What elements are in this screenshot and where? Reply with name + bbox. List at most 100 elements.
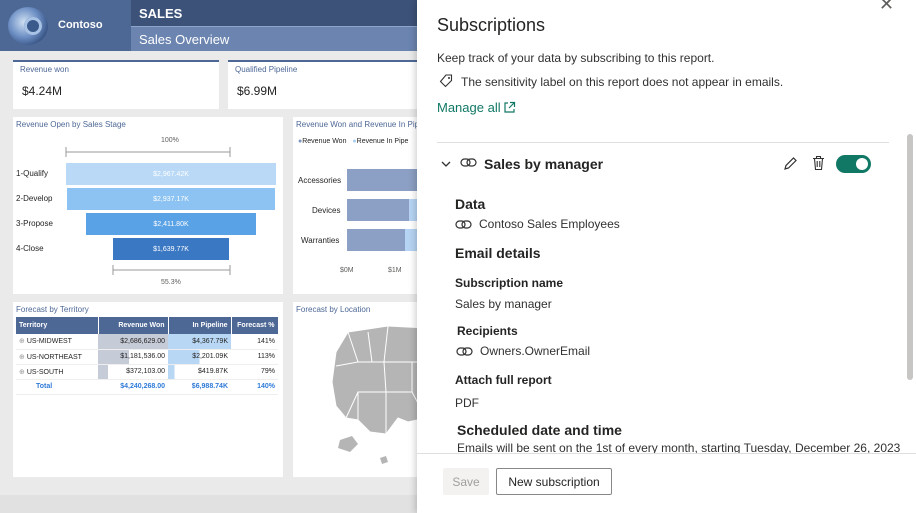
forecast-cell: 113% xyxy=(231,349,278,365)
funnel-stage-label: 1-Qualify xyxy=(16,169,49,178)
subscription-name-label: Subscription name xyxy=(455,276,564,290)
territory-table-visual[interactable]: Forecast by Territory Territory Revenue … xyxy=(13,302,283,477)
column-header[interactable]: Forecast % xyxy=(231,317,279,334)
pane-title: Subscriptions xyxy=(437,15,546,35)
kpi-revenue-won[interactable]: Revenue won $4.24M xyxy=(13,60,219,109)
map-visual[interactable]: Forecast by Location xyxy=(293,302,417,477)
subscription-name[interactable]: Sales by manager xyxy=(484,156,603,172)
kpi-label: Qualified Pipeline xyxy=(235,65,298,74)
pane-footer: Save New subscription xyxy=(417,453,916,513)
attach-report-label: Attach full report xyxy=(455,373,552,387)
funnel-bar: $2,937.17K xyxy=(67,188,275,210)
link-icon xyxy=(456,347,473,356)
link-icon xyxy=(460,158,477,167)
close-icon[interactable]: ✕ xyxy=(879,0,894,15)
pipeline-cell: $6,988.74K xyxy=(168,379,231,395)
column-header[interactable]: Territory xyxy=(16,317,99,334)
save-button[interactable]: Save xyxy=(443,468,489,495)
bar-chart-visual[interactable]: Revenue Won and Revenue In Pipeline by C… xyxy=(293,117,417,294)
funnel-visual[interactable]: Revenue Open by Sales Stage 100% 1-Quali… xyxy=(13,117,283,294)
subscription-toggle[interactable] xyxy=(836,155,871,173)
territory-cell: Total xyxy=(16,379,98,395)
table-row[interactable]: ⊕ US-NORTHEAST $1,181,536.00 $2,201.09K … xyxy=(16,349,278,365)
logo-text: Contoso xyxy=(58,19,103,31)
category-label: Warranties xyxy=(301,236,340,245)
bar xyxy=(347,169,417,191)
territory-table: Territory Revenue Won In Pipeline Foreca… xyxy=(16,317,279,395)
new-subscription-button[interactable]: New subscription xyxy=(496,468,612,495)
bar-legend: ●Revenue Won ●Revenue In Pipe xyxy=(298,138,409,145)
column-header[interactable]: Revenue Won xyxy=(98,317,169,334)
attach-report-value: PDF xyxy=(455,396,479,410)
pane-description: Keep track of your data by subscribing t… xyxy=(437,51,715,65)
revenue-cell: $4,240,268.00 xyxy=(98,379,168,395)
kpi-value: $4.24M xyxy=(22,84,63,98)
edit-icon[interactable] xyxy=(783,156,798,171)
tag-icon xyxy=(439,74,453,88)
table-header-row: Territory Revenue Won In Pipeline Foreca… xyxy=(16,317,279,334)
revenue-cell: $2,686,629.00 xyxy=(98,334,168,350)
sensitivity-note: The sensitivity label on this report doe… xyxy=(461,75,784,89)
revenue-cell: $1,181,536.00 xyxy=(98,349,168,365)
funnel-stage[interactable]: 3-Propose $2,411.80K xyxy=(13,213,283,235)
bar xyxy=(347,199,409,221)
funnel-bottom-pct: 55.3% xyxy=(161,279,181,286)
funnel-stage[interactable]: 1-Qualify $2,967.42K xyxy=(13,163,283,185)
pipeline-cell: $2,201.09K xyxy=(168,349,231,365)
expand-icon[interactable]: ⊕ xyxy=(19,338,25,345)
legend-item: Revenue In Pipe xyxy=(356,138,409,145)
chevron-down-icon[interactable] xyxy=(440,158,452,170)
tick-label: $0M xyxy=(340,267,354,274)
page-tabs-strip xyxy=(0,495,417,513)
delete-icon[interactable] xyxy=(811,155,826,171)
expand-icon[interactable]: ⊕ xyxy=(19,354,25,361)
expand-icon[interactable]: ⊕ xyxy=(19,369,25,376)
email-details-heading: Email details xyxy=(455,245,541,261)
divider xyxy=(437,142,889,143)
kpi-qualified-pipeline[interactable]: Qualified Pipeline $6.99M xyxy=(228,60,417,109)
schedule-heading: Scheduled date and time xyxy=(457,422,622,438)
category-label: Devices xyxy=(312,206,341,215)
table-title: Forecast by Territory xyxy=(16,305,89,314)
funnel-stage[interactable]: 4-Close $1,639.77K xyxy=(13,238,283,260)
funnel-bar: $1,639.77K xyxy=(113,238,229,260)
tick-label: $1M xyxy=(388,267,402,274)
manage-all-link[interactable]: Manage all xyxy=(437,100,501,115)
forecast-cell: 140% xyxy=(231,379,278,395)
forecast-cell: 141% xyxy=(231,334,278,350)
funnel-top-bracket xyxy=(65,147,231,157)
funnel-stage-label: 3-Propose xyxy=(16,219,53,228)
bar xyxy=(405,229,417,251)
link-icon xyxy=(455,220,472,229)
kpi-label: Revenue won xyxy=(20,65,69,74)
funnel-title: Revenue Open by Sales Stage xyxy=(16,120,126,129)
contoso-logo-icon xyxy=(8,7,48,45)
territory-cell: US-MIDWEST xyxy=(26,338,72,346)
recipients-value: Owners.OwnerEmail xyxy=(480,344,591,358)
territory-cell: US-SOUTH xyxy=(26,368,64,376)
logo: Contoso xyxy=(0,0,131,51)
pipeline-cell: $4,367.79K xyxy=(168,334,231,350)
bar xyxy=(347,229,405,251)
data-heading: Data xyxy=(455,196,486,212)
funnel-stage[interactable]: 2-Develop $2,937.17K xyxy=(13,188,283,210)
funnel-top-pct: 100% xyxy=(161,137,179,144)
column-header[interactable]: In Pipeline xyxy=(168,317,232,334)
territory-cell: US-NORTHEAST xyxy=(26,353,82,361)
kpi-value: $6.99M xyxy=(237,84,278,98)
funnel-bar: $2,411.80K xyxy=(86,213,256,235)
legend-item: Revenue Won xyxy=(302,138,347,145)
bar-chart-title: Revenue Won and Revenue In Pipeline by C… xyxy=(296,120,417,129)
data-source: Contoso Sales Employees xyxy=(479,217,620,231)
recipients-label: Recipients xyxy=(457,324,518,338)
pane-scrollbar[interactable] xyxy=(907,134,913,380)
forecast-cell: 79% xyxy=(231,364,278,380)
open-external-icon[interactable] xyxy=(503,101,516,114)
funnel-bar: $2,967.42K xyxy=(66,163,276,185)
table-row[interactable]: ⊕ US-SOUTH $372,103.00 $419.87K 79% xyxy=(16,364,278,380)
table-row[interactable]: ⊕ US-MIDWEST $2,686,629.00 $4,367.79K 14… xyxy=(16,334,278,350)
subscriptions-pane: Subscriptions ✕ Keep track of your data … xyxy=(417,0,916,513)
category-label: Accessories xyxy=(298,176,342,185)
table-total-row: Total $4,240,268.00 $6,988.74K 140% xyxy=(16,379,278,395)
subscription-name-value: Sales by manager xyxy=(455,297,552,311)
